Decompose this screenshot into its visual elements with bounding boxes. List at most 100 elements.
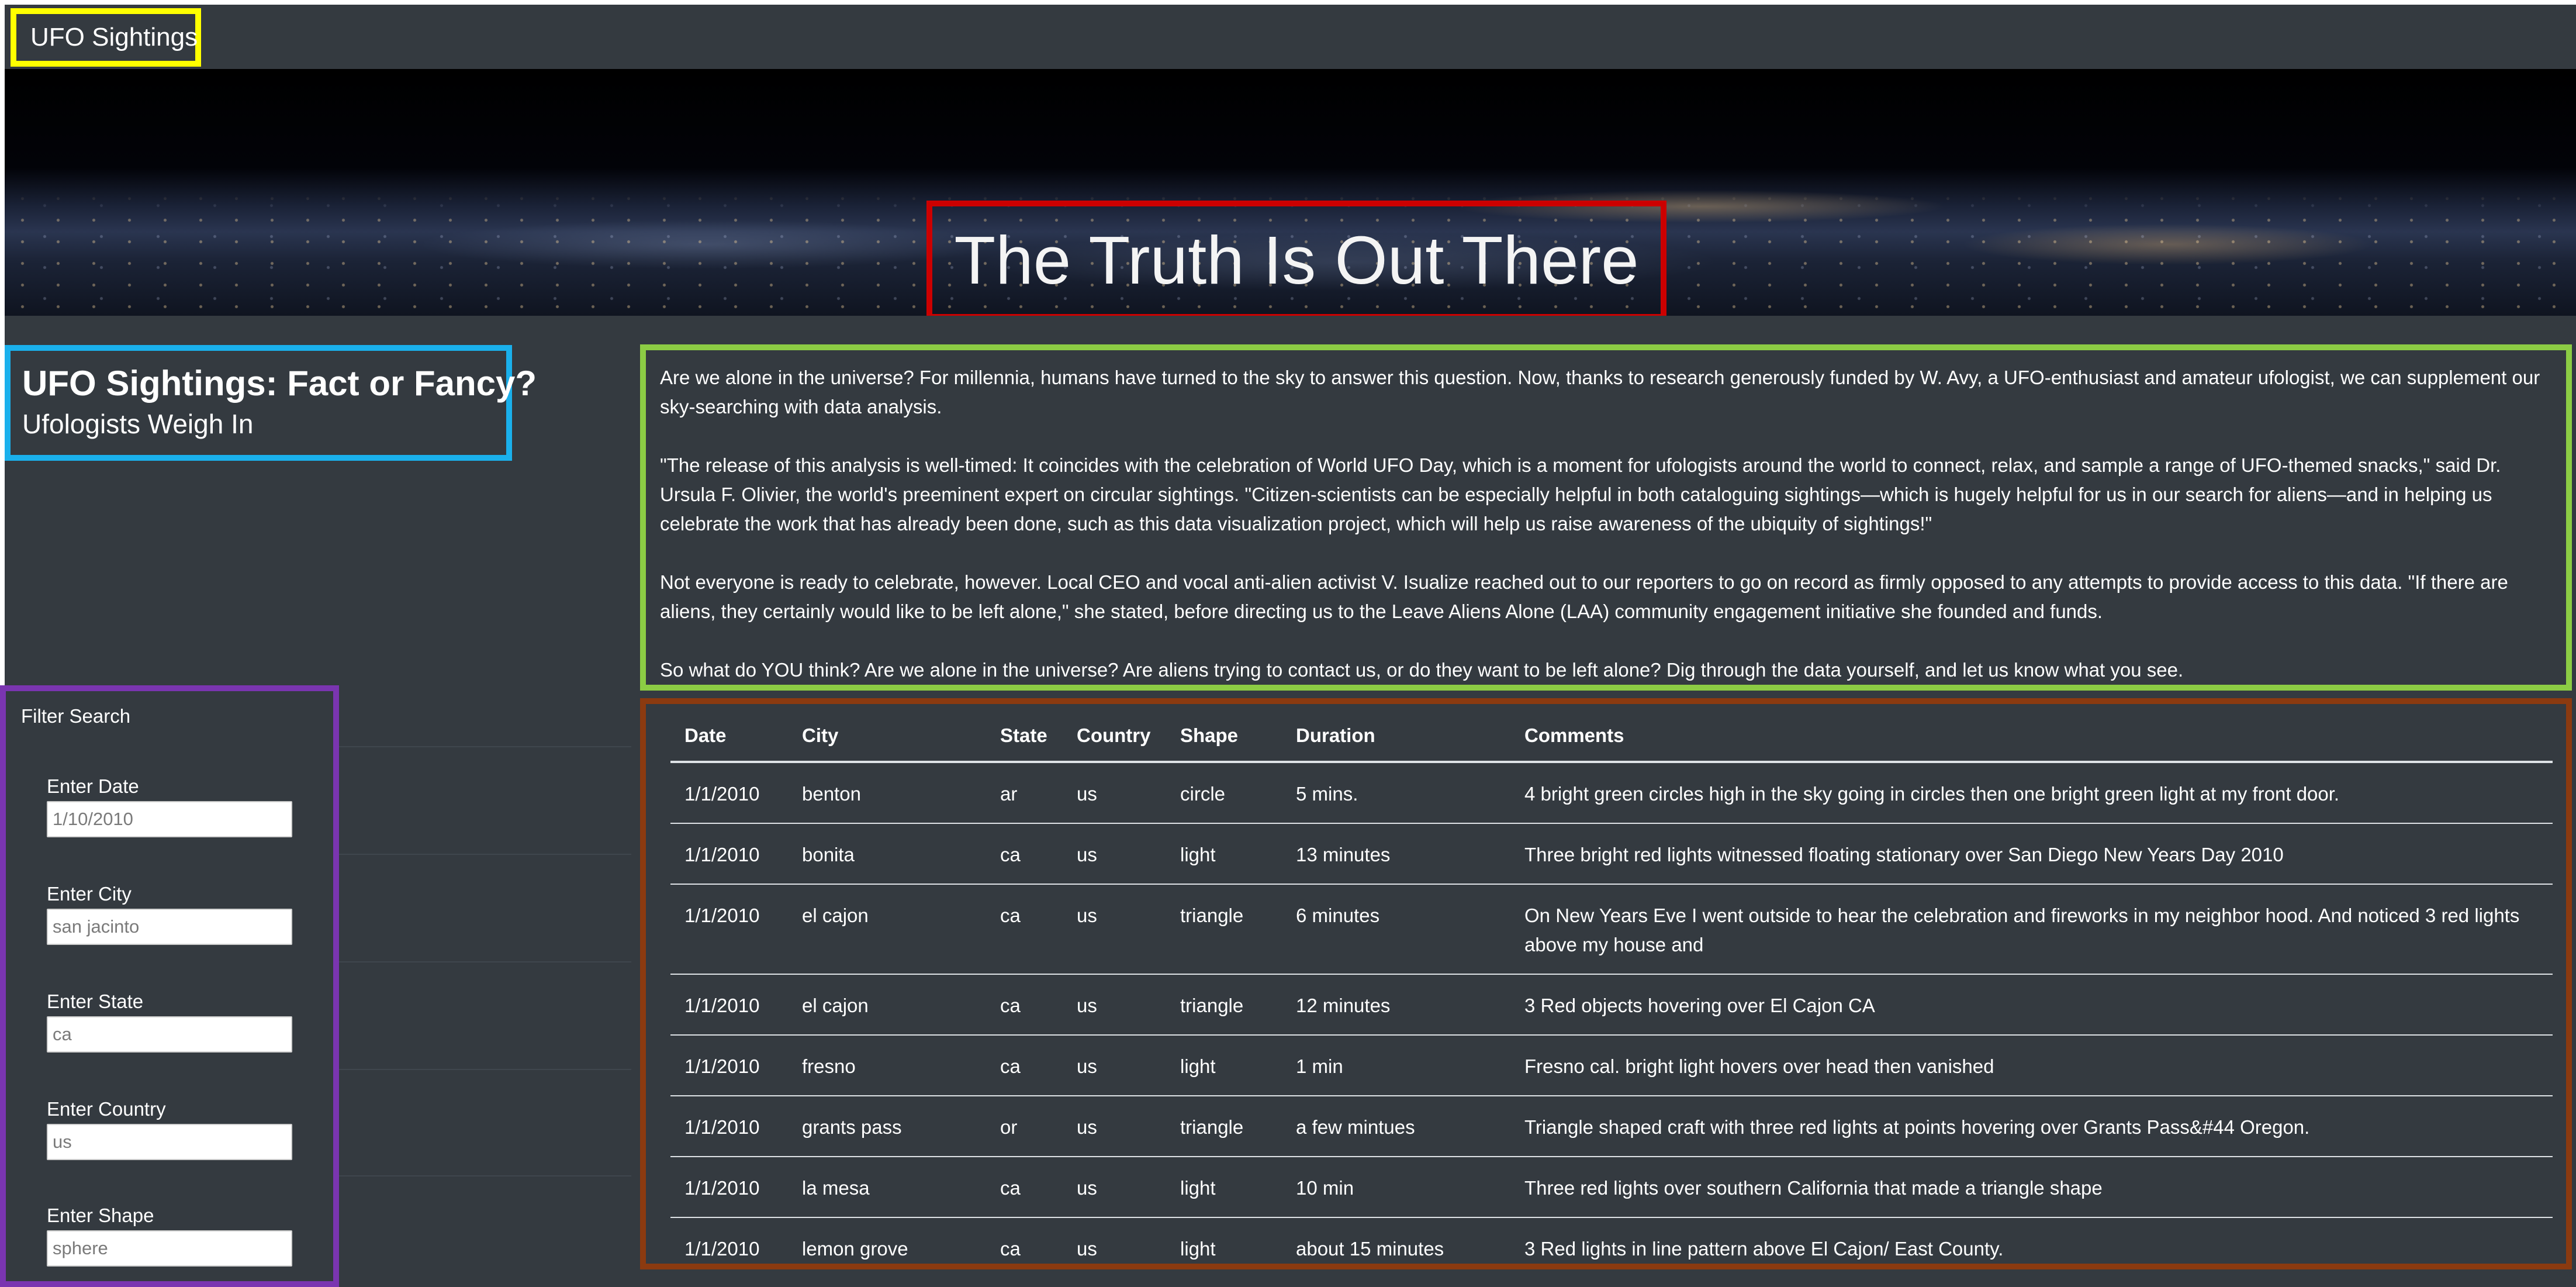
divider: [339, 746, 631, 747]
cell-date: 1/1/2010: [670, 1034, 788, 1096]
article-paragraph: "The release of this analysis is well-ti…: [660, 454, 2501, 534]
state-label: Enter State: [47, 991, 144, 1012]
hero-title: The Truth Is Out There: [926, 201, 1666, 316]
cell-city: el cajon: [788, 974, 986, 1035]
table-row: 1/1/2010 benton ar us circle 5 mins. 4 b…: [670, 761, 2553, 823]
cell-city: lemon grove: [788, 1217, 986, 1278]
filter-state: Enter State: [47, 991, 298, 1084]
cell-city: la mesa: [788, 1156, 986, 1217]
navbar-brand-link[interactable]: UFO Sightings: [11, 8, 201, 67]
article-paragraph: So what do YOU think? Are we alone in th…: [660, 659, 2184, 681]
filter-date: Enter Date: [47, 775, 298, 869]
page-subtitle: Ufologists Weigh In: [22, 409, 254, 439]
cell-state: or: [986, 1095, 1063, 1157]
cell-duration: 1 min: [1282, 1034, 1510, 1096]
navbar: UFO Sightings: [5, 5, 2576, 69]
cell-duration: 12 minutes: [1282, 974, 1510, 1035]
cell-country: us: [1063, 884, 1166, 974]
cell-comments: 3 Red objects hovering over El Cajon CA: [1510, 974, 2553, 1035]
sightings-table: Date City State Country Shape Duration C…: [670, 710, 2553, 1278]
divider: [339, 1175, 631, 1176]
cell-comments: Triangle shaped craft with three red lig…: [1510, 1095, 2553, 1157]
table-header-row: Date City State Country Shape Duration C…: [670, 710, 2553, 763]
cell-state: ca: [986, 1217, 1063, 1278]
cell-shape: light: [1166, 823, 1282, 884]
cell-shape: triangle: [1166, 884, 1282, 974]
cell-city: benton: [788, 761, 986, 823]
cell-state: ca: [986, 884, 1063, 974]
hero-banner: The Truth Is Out There: [5, 69, 2576, 316]
cell-date: 1/1/2010: [670, 1095, 788, 1157]
column-header-country[interactable]: Country: [1063, 710, 1166, 763]
cell-shape: light: [1166, 1034, 1282, 1096]
cell-date: 1/1/2010: [670, 823, 788, 884]
table-row: 1/1/2010 la mesa ca us light 10 min Thre…: [670, 1156, 2553, 1217]
cell-city: fresno: [788, 1034, 986, 1096]
cell-shape: light: [1166, 1217, 1282, 1278]
cell-city: bonita: [788, 823, 986, 884]
page-title: UFO Sightings: Fact or Fancy?: [22, 364, 537, 403]
divider: [339, 854, 631, 855]
cell-shape: triangle: [1166, 1095, 1282, 1157]
column-header-comments[interactable]: Comments: [1510, 710, 2553, 763]
table-row: 1/1/2010 el cajon ca us triangle 6 minut…: [670, 884, 2553, 974]
cell-duration: about 15 minutes: [1282, 1217, 1510, 1278]
cell-shape: light: [1166, 1156, 1282, 1217]
cell-state: ca: [986, 974, 1063, 1035]
cell-state: ca: [986, 1034, 1063, 1096]
cell-country: us: [1063, 1156, 1166, 1217]
cell-duration: 5 mins.: [1282, 761, 1510, 823]
cell-duration: 10 min: [1282, 1156, 1510, 1217]
article-text: Are we alone in the universe? For millen…: [640, 344, 2572, 691]
divider: [339, 961, 631, 962]
column-header-duration[interactable]: Duration: [1282, 710, 1510, 763]
table-row: 1/1/2010 bonita ca us light 13 minutes T…: [670, 823, 2553, 884]
cell-state: ar: [986, 761, 1063, 823]
cell-comments: Fresno cal. bright light hovers over hea…: [1510, 1034, 2553, 1096]
table-row: 1/1/2010 fresno ca us light 1 min Fresno…: [670, 1034, 2553, 1096]
filter-city: Enter City: [47, 883, 298, 977]
state-input[interactable]: [47, 1016, 292, 1053]
sightings-table-container: Date City State Country Shape Duration C…: [640, 698, 2572, 1278]
cell-state: ca: [986, 823, 1063, 884]
page-heading: UFO Sightings: Fact or Fancy? Ufologists…: [5, 345, 537, 461]
country-label: Enter Country: [47, 1098, 166, 1120]
date-label: Enter Date: [47, 775, 139, 797]
cell-country: us: [1063, 823, 1166, 884]
cell-date: 1/1/2010: [670, 1217, 788, 1278]
cell-state: ca: [986, 1156, 1063, 1217]
cell-country: us: [1063, 1095, 1166, 1157]
article-paragraph: Are we alone in the universe? For millen…: [660, 367, 2540, 418]
cell-city: grants pass: [788, 1095, 986, 1157]
column-header-state[interactable]: State: [986, 710, 1063, 763]
cell-date: 1/1/2010: [670, 761, 788, 823]
filter-title: Filter Search: [21, 705, 131, 727]
cell-comments: Three bright red lights witnessed floati…: [1510, 823, 2553, 884]
cell-country: us: [1063, 1034, 1166, 1096]
city-label: Enter City: [47, 883, 132, 905]
column-header-city[interactable]: City: [788, 710, 986, 763]
column-header-shape[interactable]: Shape: [1166, 710, 1282, 763]
filter-dividers: [339, 685, 631, 1287]
cell-city: el cajon: [788, 884, 986, 974]
shape-label: Enter Shape: [47, 1205, 154, 1226]
cell-comments: 4 bright green circles high in the sky g…: [1510, 761, 2553, 823]
divider: [339, 1069, 631, 1070]
date-input[interactable]: [47, 801, 292, 837]
cell-date: 1/1/2010: [670, 974, 788, 1035]
column-header-date[interactable]: Date: [670, 710, 788, 763]
cell-duration: 6 minutes: [1282, 884, 1510, 974]
cell-duration: 13 minutes: [1282, 823, 1510, 884]
cell-duration: a few mintues: [1282, 1095, 1510, 1157]
filter-shape: Enter Shape: [47, 1205, 298, 1287]
article-paragraph: Not everyone is ready to celebrate, howe…: [660, 571, 2508, 622]
shape-input[interactable]: [47, 1230, 292, 1267]
city-input[interactable]: [47, 909, 292, 945]
cell-comments: On New Years Eve I went outside to hear …: [1510, 884, 2553, 974]
cell-comments: Three red lights over southern Californi…: [1510, 1156, 2553, 1217]
cell-date: 1/1/2010: [670, 1156, 788, 1217]
cell-country: us: [1063, 761, 1166, 823]
table-row: 1/1/2010 el cajon ca us triangle 12 minu…: [670, 974, 2553, 1035]
filter-panel: Filter Search Enter Date Enter City Ente…: [0, 685, 339, 1287]
country-input[interactable]: [47, 1124, 292, 1160]
